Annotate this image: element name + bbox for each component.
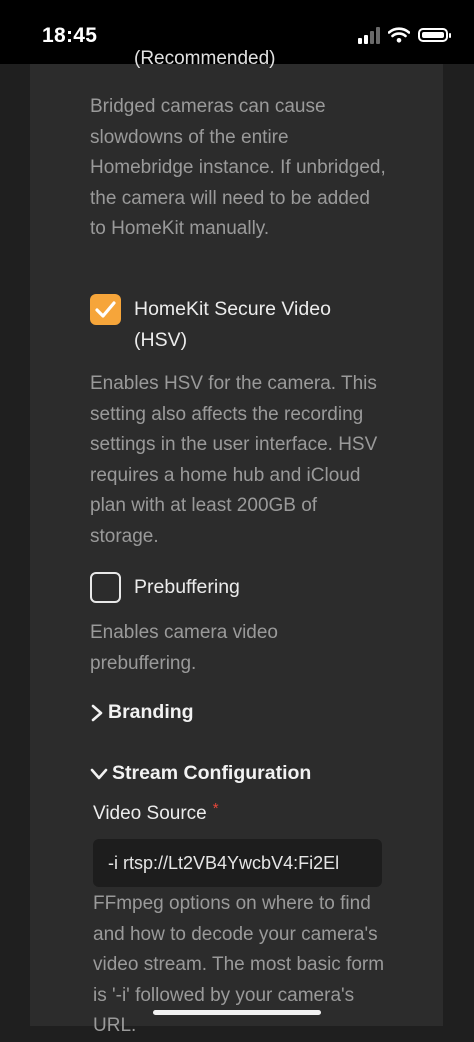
unbridged-label-cutoff: (Recommended) xyxy=(134,48,276,69)
battery-icon xyxy=(418,28,451,42)
video-source-label-text: Video Source xyxy=(93,803,207,824)
video-source-input[interactable]: -i rtsp://Lt2VB4YwcbV4:Fi2El xyxy=(93,839,382,887)
prebuffering-label[interactable]: Prebuffering xyxy=(134,572,364,603)
checkmark-icon xyxy=(95,301,116,318)
home-indicator[interactable] xyxy=(153,1010,321,1015)
wifi-icon xyxy=(388,27,410,43)
status-time: 18:45 xyxy=(42,24,98,47)
video-source-value[interactable]: -i rtsp://Lt2VB4YwcbV4:Fi2El xyxy=(108,853,339,874)
video-source-label: Video Source * xyxy=(93,800,219,825)
unbridged-description: Bridged cameras can cause slowdowns of t… xyxy=(90,96,386,239)
branding-section-label[interactable]: Branding xyxy=(108,701,194,724)
status-icons xyxy=(358,26,451,44)
prebuffering-option[interactable]: Prebuffering xyxy=(90,572,364,603)
hsv-label[interactable]: HomeKit Secure Video (HSV) xyxy=(134,294,364,355)
branding-section-toggle[interactable]: Branding xyxy=(90,701,194,724)
prebuffering-checkbox[interactable] xyxy=(90,572,121,603)
required-marker: * xyxy=(212,800,219,817)
stream-configuration-section-toggle[interactable]: Stream Configuration xyxy=(90,762,311,785)
chevron-right-icon xyxy=(91,704,103,721)
chevron-down-icon xyxy=(90,768,108,779)
video-source-description: FFmpeg options on where to find and how … xyxy=(93,893,385,1036)
hsv-option[interactable]: HomeKit Secure Video (HSV) xyxy=(90,294,364,355)
hsv-checkbox[interactable] xyxy=(90,294,121,325)
cellular-signal-icon xyxy=(358,26,380,44)
hsv-description: Enables HSV for the camera. This setting… xyxy=(90,373,378,547)
prebuffering-description: Enables camera video prebuffering. xyxy=(90,622,278,674)
stream-configuration-section-label[interactable]: Stream Configuration xyxy=(112,762,311,785)
